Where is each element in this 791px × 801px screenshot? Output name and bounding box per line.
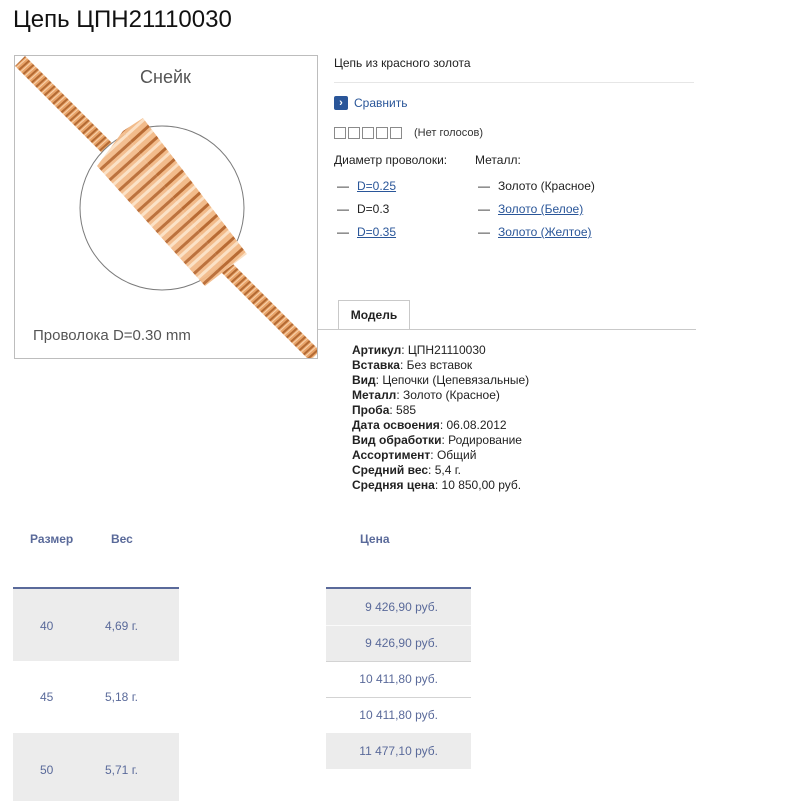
rating-star-icon[interactable] (348, 127, 360, 139)
table-cell-weight: 4,69 г. (105, 619, 138, 633)
chevron-right-icon: › (334, 96, 348, 110)
rating-star-icon[interactable] (362, 127, 374, 139)
spec-row: Ассортимент: Общий (352, 448, 477, 462)
diameter-option-text: D=0.3 (357, 202, 390, 216)
image-name-label: Снейк (140, 67, 191, 87)
diameter-option[interactable]: — D=0.25 (337, 179, 396, 193)
chain-illustration: Снейк Проволока D=0.30 mm (15, 56, 317, 358)
diameter-label: Диаметр проволоки: (334, 153, 448, 167)
rating-star-icon[interactable] (334, 127, 346, 139)
page-title: Цепь ЦПН21110030 (13, 6, 232, 33)
column-header-price: Цена (360, 532, 390, 546)
rating-count-text: (Нет голосов) (414, 127, 484, 139)
price-cell: 9 426,90 руб. (365, 636, 438, 650)
metal-option-text: Золото (Красное) (498, 179, 595, 193)
spec-row: Средний вес: 5,4 г. (352, 463, 461, 477)
price-row-divider (326, 697, 471, 698)
product-subtitle: Цепь из красного золота (334, 56, 471, 70)
price-cell: 10 411,80 руб. (359, 672, 438, 686)
spec-row: Проба: 585 (352, 403, 417, 417)
compare-label[interactable]: Сравнить (354, 96, 407, 110)
table-cell-size: 50 (40, 763, 54, 777)
compare-button[interactable]: › Сравнить (334, 96, 407, 110)
metal-option[interactable]: — Золото (Желтое) (478, 225, 592, 239)
image-caption-label: Проволока D=0.30 mm (33, 327, 191, 344)
spec-row: Средняя цена: 10 850,00 руб. (352, 478, 522, 492)
metal-label: Металл: (475, 153, 521, 167)
table-cell-size: 45 (40, 690, 54, 704)
price-cell: 11 477,10 руб. (359, 744, 438, 758)
diameter-option-selected: — D=0.3 (337, 202, 390, 216)
tab-divider (318, 329, 696, 330)
tab-model[interactable]: Модель (338, 300, 410, 329)
table-cell-weight: 5,18 г. (105, 690, 138, 704)
metal-option-link[interactable]: Золото (Желтое) (498, 225, 592, 239)
spec-row: Дата освоения: 06.08.2012 (352, 418, 507, 432)
subtitle-divider (334, 82, 694, 83)
rating-star-icon[interactable] (376, 127, 388, 139)
diameter-option[interactable]: — D=0.35 (337, 225, 396, 239)
diameter-option-link[interactable]: D=0.35 (357, 225, 396, 239)
table-cell-size: 40 (40, 619, 54, 633)
spec-row: Вставка: Без вставок (352, 358, 473, 372)
diameter-option-link[interactable]: D=0.25 (357, 179, 396, 193)
price-row-divider (326, 661, 471, 662)
spec-row: Вид: Цепочки (Цепевязальные) (352, 373, 530, 387)
product-image: Снейк Проволока D=0.30 mm (14, 55, 318, 359)
metal-option-selected: — Золото (Красное) (478, 179, 595, 193)
table-cell-weight: 5,71 г. (105, 763, 138, 777)
rating-widget[interactable]: (Нет голосов) (334, 127, 483, 139)
spec-row: Металл: Золото (Красное) (352, 388, 500, 402)
price-row-divider (326, 625, 471, 626)
rating-star-icon[interactable] (390, 127, 402, 139)
price-cell: 10 411,80 руб. (359, 708, 438, 722)
table-row-band (13, 589, 179, 661)
column-header-weight: Вес (111, 532, 133, 546)
spec-row: Вид обработки: Родирование (352, 433, 522, 447)
metal-option-link[interactable]: Золото (Белое) (498, 202, 583, 216)
spec-row: Артикул: ЦПН21110030 (352, 343, 486, 357)
price-cell: 9 426,90 руб. (365, 600, 438, 614)
table-row-band (13, 733, 179, 801)
metal-option[interactable]: — Золото (Белое) (478, 202, 583, 216)
column-header-size: Размер (30, 532, 74, 546)
